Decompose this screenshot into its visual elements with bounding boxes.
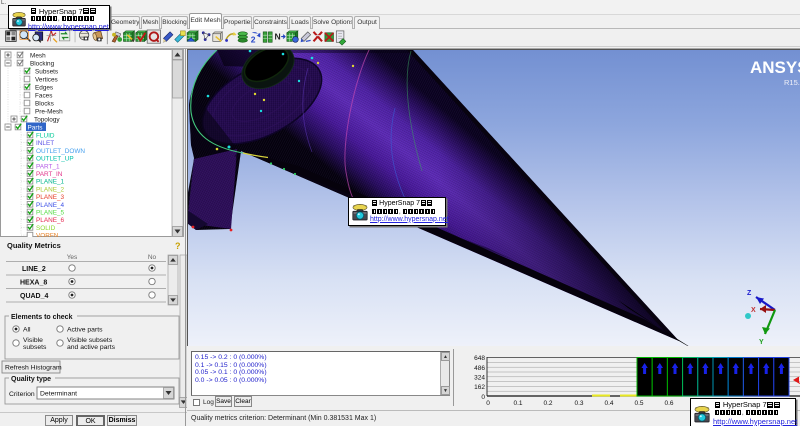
svg-text:PLANE_6: PLANE_6 bbox=[36, 217, 65, 224]
svg-text:Quality Metrics: Quality Metrics bbox=[7, 241, 61, 250]
svg-text:Criterion: Criterion bbox=[9, 391, 35, 398]
svg-text:Topology: Topology bbox=[34, 117, 60, 124]
svg-text:2: 2 bbox=[251, 34, 256, 44]
svg-text:324: 324 bbox=[474, 375, 485, 382]
svg-text:0.5: 0.5 bbox=[634, 400, 643, 407]
svg-text:Y: Y bbox=[759, 339, 764, 346]
svg-text:OUTLET_DOWN: OUTLET_DOWN bbox=[36, 148, 85, 155]
svg-text:N: N bbox=[275, 31, 281, 41]
svg-text:SOLID: SOLID bbox=[36, 225, 56, 232]
svg-text:Z: Z bbox=[747, 290, 752, 297]
svg-text:Visible subsets: Visible subsets bbox=[67, 337, 113, 344]
svg-text:0.4: 0.4 bbox=[604, 400, 613, 407]
svg-text:Faces: Faces bbox=[35, 93, 52, 100]
svg-text:No: No bbox=[148, 254, 157, 261]
svg-text:Visible: Visible bbox=[23, 337, 43, 344]
svg-text:Pre-Mesh: Pre-Mesh bbox=[35, 109, 63, 116]
svg-text:PART_1: PART_1 bbox=[36, 163, 60, 170]
svg-text:Subsets: Subsets bbox=[35, 69, 58, 76]
svg-text:?: ? bbox=[175, 241, 181, 251]
svg-text:PLANE_1: PLANE_1 bbox=[36, 179, 65, 186]
svg-text:PLANE_5: PLANE_5 bbox=[36, 210, 65, 217]
svg-text:and active parts: and active parts bbox=[67, 344, 116, 351]
svg-text:QUAD_4: QUAD_4 bbox=[20, 293, 49, 300]
svg-text:Edges: Edges bbox=[35, 85, 53, 92]
svg-text:Vertices: Vertices bbox=[35, 77, 58, 84]
svg-text:PLANE_2: PLANE_2 bbox=[36, 186, 65, 193]
svg-text:Quality type: Quality type bbox=[11, 376, 51, 383]
svg-text:0.1: 0.1 bbox=[513, 400, 522, 407]
svg-text:Refresh Histogram: Refresh Histogram bbox=[5, 365, 62, 372]
svg-text:PLANE_3: PLANE_3 bbox=[36, 194, 65, 201]
svg-text:PART_IN: PART_IN bbox=[36, 171, 63, 178]
svg-text:Elements to check: Elements to check bbox=[11, 314, 73, 321]
svg-text:X: X bbox=[751, 307, 756, 314]
svg-text:0.2: 0.2 bbox=[543, 400, 552, 407]
svg-text:FLUID: FLUID bbox=[36, 133, 55, 140]
svg-text:Parts: Parts bbox=[28, 125, 43, 132]
svg-text:Determinant: Determinant bbox=[40, 391, 77, 398]
svg-text:All: All bbox=[23, 327, 31, 334]
svg-text:HEXA_8: HEXA_8 bbox=[20, 280, 47, 287]
svg-text:0.3: 0.3 bbox=[574, 400, 583, 407]
svg-text:LINE_2: LINE_2 bbox=[22, 266, 46, 273]
svg-text:OUTLET_UP: OUTLET_UP bbox=[36, 156, 74, 163]
svg-text:Yes: Yes bbox=[67, 254, 78, 261]
svg-text:486: 486 bbox=[474, 365, 485, 372]
svg-text:162: 162 bbox=[474, 384, 485, 391]
svg-text:Blocks: Blocks bbox=[35, 101, 54, 108]
svg-text:Mesh: Mesh bbox=[30, 53, 46, 60]
svg-text:0: 0 bbox=[481, 394, 485, 401]
svg-text:0: 0 bbox=[486, 400, 490, 407]
svg-text:INLET: INLET bbox=[36, 140, 54, 147]
svg-text:0.6: 0.6 bbox=[664, 400, 673, 407]
svg-text:Blocking: Blocking bbox=[30, 61, 55, 68]
svg-text:subsets: subsets bbox=[23, 344, 47, 351]
svg-text:648: 648 bbox=[474, 355, 485, 362]
svg-text:Active parts: Active parts bbox=[67, 327, 103, 334]
svg-text:PLANE_4: PLANE_4 bbox=[36, 202, 65, 209]
